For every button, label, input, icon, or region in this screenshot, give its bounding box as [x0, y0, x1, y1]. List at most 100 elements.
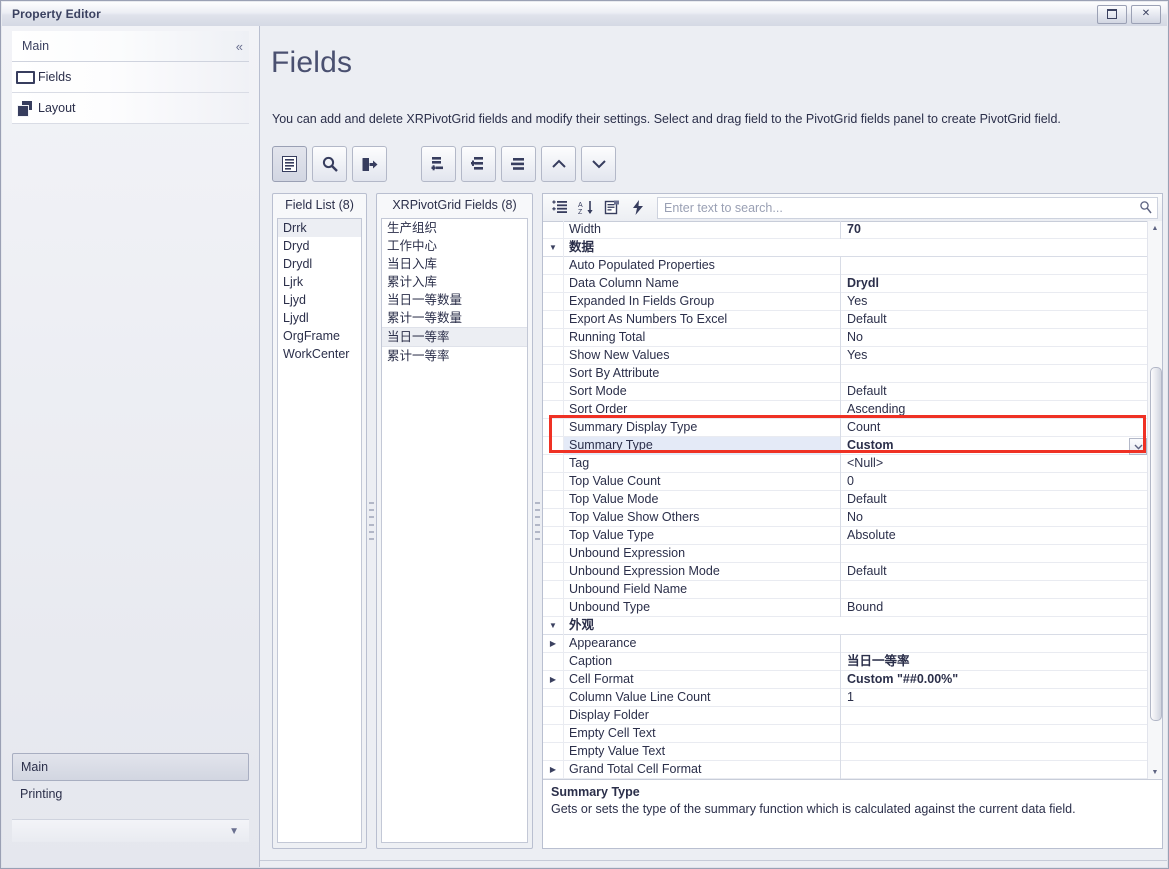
maximize-button[interactable] — [1097, 4, 1127, 24]
property-value[interactable] — [841, 761, 1148, 779]
property-value[interactable]: Default — [841, 383, 1148, 401]
property-category-row[interactable]: ▼ 外观 — [543, 616, 1148, 635]
events-button[interactable] — [625, 196, 651, 220]
categorized-button[interactable] — [547, 196, 573, 220]
property-row[interactable]: Unbound Expression — [543, 544, 1148, 563]
property-value[interactable]: Bound — [841, 599, 1148, 617]
list-item[interactable]: WorkCenter — [278, 345, 361, 363]
list-item[interactable]: Ljydl — [278, 309, 361, 327]
property-row[interactable]: Running Total No — [543, 328, 1148, 347]
property-value[interactable]: 当日一等率 — [841, 653, 1148, 671]
list-item[interactable]: 当日入库 — [382, 255, 527, 273]
property-row[interactable]: Unbound Field Name — [543, 580, 1148, 599]
list-item[interactable]: 生产组织 — [382, 219, 527, 237]
remove-field-button[interactable] — [501, 146, 536, 182]
property-row[interactable]: ▶ Grand Total Cell Format — [543, 760, 1148, 779]
list-item[interactable]: Ljyd — [278, 291, 361, 309]
list-item[interactable]: Ljrk — [278, 273, 361, 291]
property-row[interactable]: Unbound Expression Mode Default — [543, 562, 1148, 581]
close-button[interactable]: ✕ — [1131, 4, 1161, 24]
property-value[interactable]: Yes — [841, 293, 1148, 311]
property-value[interactable]: Default — [841, 311, 1148, 329]
property-row-summary-display-type[interactable]: Summary Display Type Count — [543, 418, 1148, 437]
scrollbar-thumb[interactable] — [1150, 367, 1162, 721]
property-row[interactable]: Sort By Attribute — [543, 364, 1148, 383]
property-value[interactable] — [841, 257, 1148, 275]
property-value[interactable] — [841, 725, 1148, 743]
alphabetical-sort-button[interactable]: A Z — [573, 196, 599, 220]
property-value[interactable] — [841, 635, 1148, 653]
search-button[interactable] — [312, 146, 347, 182]
property-value[interactable] — [841, 581, 1148, 599]
list-item[interactable]: 当日一等数量 — [382, 291, 527, 309]
property-row[interactable]: Empty Value Text — [543, 742, 1148, 761]
splitter-left[interactable] — [367, 193, 376, 849]
field-list-items[interactable]: Drrk Dryd Drydl Ljrk Ljyd Ljydl OrgFrame… — [277, 218, 362, 843]
list-item[interactable]: 累计入库 — [382, 273, 527, 291]
add-field-button[interactable] — [421, 146, 456, 182]
sidebar-bottom-item-printing[interactable]: Printing — [12, 781, 249, 807]
property-row[interactable]: Show New Values Yes — [543, 346, 1148, 365]
property-value[interactable]: Absolute — [841, 527, 1148, 545]
property-value[interactable]: Count — [841, 419, 1148, 437]
property-row[interactable]: Export As Numbers To Excel Default — [543, 310, 1148, 329]
list-item[interactable]: Drydl — [278, 255, 361, 273]
property-value[interactable]: Ascending — [841, 401, 1148, 419]
property-value[interactable]: No — [841, 329, 1148, 347]
search-input[interactable] — [658, 199, 1157, 216]
move-down-button[interactable] — [581, 146, 616, 182]
property-row[interactable]: Column Value Line Count 1 — [543, 688, 1148, 707]
property-row[interactable]: Auto Populated Properties — [543, 256, 1148, 275]
export-button[interactable] — [352, 146, 387, 182]
property-value[interactable]: Custom "##0.00%" — [841, 671, 1148, 689]
property-row[interactable]: Caption 当日一等率 — [543, 652, 1148, 671]
sidebar-item-fields[interactable]: Fields — [12, 62, 249, 93]
list-item[interactable]: 工作中心 — [382, 237, 527, 255]
list-item[interactable]: 累计一等率 — [382, 347, 527, 365]
property-row-summary-type[interactable]: Summary Type Custom — [543, 436, 1148, 455]
sidebar-item-layout[interactable]: Layout — [12, 93, 249, 124]
property-value[interactable] — [841, 545, 1148, 563]
property-row[interactable]: Expanded In Fields Group Yes — [543, 292, 1148, 311]
property-row[interactable]: Sort Order Ascending — [543, 400, 1148, 419]
insert-field-button[interactable] — [461, 146, 496, 182]
scroll-up-button[interactable]: ▲ — [1148, 221, 1162, 235]
property-value[interactable]: <Null> — [841, 455, 1148, 473]
pivot-fields-items[interactable]: 生产组织 工作中心 当日入库 累计入库 当日一等数量 累计一等数量 当日一等率 … — [381, 218, 528, 843]
property-row[interactable]: Display Folder — [543, 706, 1148, 725]
list-item[interactable]: Dryd — [278, 237, 361, 255]
property-row[interactable]: Width 70 — [543, 221, 1148, 239]
triangle-right-icon[interactable]: ▶ — [543, 765, 563, 774]
property-value[interactable] — [841, 365, 1148, 383]
move-up-button[interactable] — [541, 146, 576, 182]
property-row[interactable]: ▶ Appearance — [543, 634, 1148, 653]
property-pages-button[interactable] — [599, 196, 625, 220]
property-row[interactable]: Sort Mode Default — [543, 382, 1148, 401]
property-row[interactable]: Tag <Null> — [543, 454, 1148, 473]
sidebar-bottom-item-main[interactable]: Main — [12, 753, 249, 781]
summary-type-dropdown-button[interactable] — [1129, 438, 1147, 455]
list-item-selected[interactable]: 当日一等率 — [382, 327, 527, 347]
property-value[interactable]: 0 — [841, 473, 1148, 491]
property-value[interactable]: Default — [841, 491, 1148, 509]
property-value[interactable]: Default — [841, 563, 1148, 581]
property-row[interactable]: ▶ Cell Format Custom "##0.00%" — [543, 670, 1148, 689]
list-view-button[interactable] — [272, 146, 307, 182]
property-category-row[interactable]: ▼ 数据 — [543, 238, 1148, 257]
property-row[interactable]: Data Column Name Drydl — [543, 274, 1148, 293]
property-value[interactable]: No — [841, 509, 1148, 527]
property-value[interactable]: Custom — [841, 437, 1148, 455]
property-grid-scrollbar[interactable]: ▲ ▼ — [1147, 221, 1162, 779]
property-row[interactable]: Unbound Type Bound — [543, 598, 1148, 617]
triangle-down-icon[interactable]: ▼ — [543, 243, 563, 252]
property-value[interactable] — [841, 707, 1148, 725]
property-row[interactable]: Top Value Type Absolute — [543, 526, 1148, 545]
search-box[interactable] — [657, 196, 1158, 219]
chevron-double-left-icon[interactable]: « — [236, 39, 243, 54]
property-row[interactable]: Empty Cell Text — [543, 724, 1148, 743]
property-row[interactable]: Top Value Mode Default — [543, 490, 1148, 509]
splitter-right[interactable] — [533, 193, 542, 849]
property-value[interactable]: 70 — [841, 221, 1148, 239]
list-item[interactable]: 累计一等数量 — [382, 309, 527, 327]
sidebar-expand-button[interactable]: ▼ — [12, 820, 249, 842]
